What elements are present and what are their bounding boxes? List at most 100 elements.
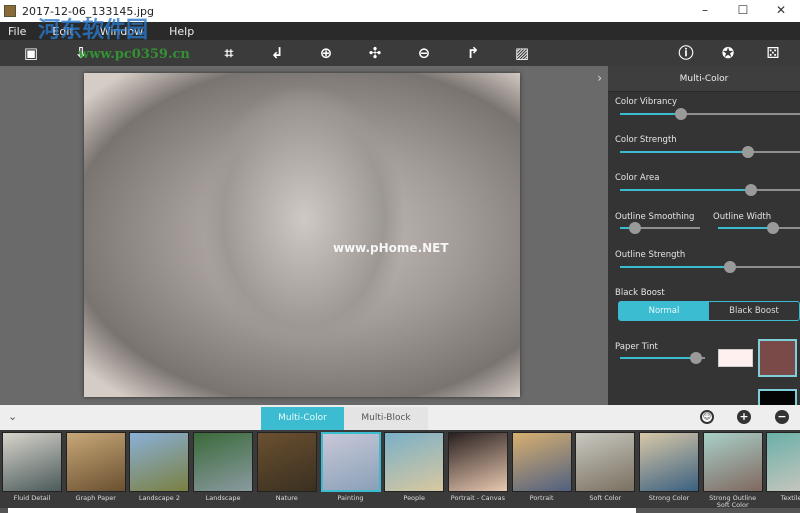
app-icon: [4, 5, 16, 17]
scrollbar-thumb[interactable]: [8, 508, 636, 513]
preset-label: Graph Paper: [75, 494, 116, 502]
random-icon[interactable]: ⚄: [762, 43, 784, 63]
outline-strength-slider[interactable]: [620, 261, 800, 273]
move-icon[interactable]: ✣: [364, 43, 386, 63]
preset-thumbnail[interactable]: Painting: [320, 432, 381, 502]
preset-image: [384, 432, 445, 492]
add-preset-icon[interactable]: +: [737, 410, 751, 424]
black-boost-option[interactable]: Black Boost: [709, 302, 799, 320]
fit-screen-icon[interactable]: ▨: [511, 43, 533, 63]
preset-image: [193, 432, 254, 492]
save-icon[interactable]: ⇩: [70, 43, 92, 63]
preset-label: Strong Color: [648, 494, 690, 502]
minimize-button[interactable]: –: [686, 0, 724, 22]
slider-fill: [718, 227, 773, 229]
slider-fill: [620, 189, 752, 191]
zoom-out-icon[interactable]: ⊖: [413, 43, 435, 63]
slider-fill: [620, 266, 730, 268]
slider-thumb[interactable]: [741, 146, 754, 158]
title-bar: 2017-12-06_133145.jpg – ☐ ✕: [0, 0, 800, 22]
color-vibrancy-label: Color Vibrancy: [615, 97, 678, 107]
window-title: 2017-12-06_133145.jpg: [22, 4, 154, 18]
preset-thumbnail[interactable]: Portrait - Canvas: [447, 432, 508, 502]
close-button[interactable]: ✕: [762, 0, 800, 22]
slider-thumb[interactable]: [629, 222, 642, 234]
preset-image: [129, 432, 190, 492]
preset-thumbnail[interactable]: Fluid Detail: [2, 432, 62, 502]
maximize-button[interactable]: ☐: [724, 0, 762, 22]
slider-thumb[interactable]: [723, 261, 736, 273]
collapse-chevron-icon[interactable]: ⌄: [8, 410, 17, 423]
preset-thumbnail[interactable]: Portrait: [511, 432, 572, 502]
info-icon[interactable]: ⓘ: [675, 43, 697, 63]
preset-tab-bar: ⌄ Multi-Color Multi-Block ☺ + −: [0, 405, 800, 430]
slider-fill: [620, 357, 696, 359]
expand-panel-icon[interactable]: ›: [597, 71, 602, 85]
slider-thumb[interactable]: [745, 184, 758, 196]
preset-image: [2, 432, 62, 492]
preset-image: [256, 432, 317, 492]
preset-label: Strong Outline Soft Color: [709, 494, 757, 509]
image-canvas[interactable]: ›: [0, 66, 608, 405]
preset-label: Soft Color: [589, 494, 622, 502]
preset-thumbnail[interactable]: Soft Color: [575, 432, 636, 502]
edited-photo: [84, 73, 520, 397]
undo-icon[interactable]: ↲: [266, 43, 288, 63]
crop-icon[interactable]: ⌗: [218, 43, 240, 63]
preset-thumbnail[interactable]: Strong Color: [639, 432, 699, 502]
outline-smoothing-slider[interactable]: [620, 222, 700, 234]
preset-label: Portrait: [529, 494, 554, 502]
preset-image: [320, 432, 381, 492]
paper-tint-swatch[interactable]: [718, 349, 753, 367]
preset-thumbnail[interactable]: Strong Outline Soft Color: [702, 432, 763, 509]
menu-file[interactable]: File: [8, 25, 26, 38]
menu-edit[interactable]: Edit: [52, 25, 73, 38]
preset-label: Landscape: [205, 494, 241, 502]
slider-thumb[interactable]: [675, 108, 688, 120]
normal-option[interactable]: Normal: [619, 302, 709, 320]
black-boost-toggle: Normal Black Boost: [618, 301, 800, 321]
preset-label: Textile - 2: [780, 494, 800, 502]
zoom-in-icon[interactable]: ⊕: [315, 43, 337, 63]
menu-window[interactable]: Window: [100, 25, 143, 38]
preset-thumbnail[interactable]: Graph Paper: [65, 432, 126, 502]
preset-thumbnail[interactable]: Textile - 2: [766, 432, 800, 502]
paper-tint-slider[interactable]: [620, 352, 705, 364]
preset-image: [447, 432, 508, 492]
tab-multi-color[interactable]: Multi-Color: [261, 407, 344, 430]
horizontal-scrollbar[interactable]: [0, 508, 800, 513]
preset-label: Nature: [275, 494, 298, 502]
color-swatch-2[interactable]: [758, 389, 797, 405]
preset-thumbnail[interactable]: Landscape 2: [129, 432, 190, 502]
slider-fill: [620, 113, 682, 115]
color-strength-slider[interactable]: [620, 146, 800, 158]
preset-options-icon[interactable]: ☺: [700, 410, 714, 424]
tab-multi-block[interactable]: Multi-Block: [344, 407, 428, 430]
slider-fill: [620, 151, 748, 153]
preset-image: [511, 432, 572, 492]
preset-label: Portrait - Canvas: [450, 494, 505, 502]
outline-width-slider[interactable]: [718, 222, 800, 234]
preset-label: Painting: [337, 494, 364, 502]
menu-help[interactable]: Help: [169, 25, 194, 38]
open-icon[interactable]: ▣: [20, 43, 42, 63]
settings-icon[interactable]: ✪: [717, 43, 739, 63]
menu-bar: File Edit Window Help: [0, 22, 800, 40]
color-vibrancy-slider[interactable]: [620, 108, 800, 120]
color-area-label: Color Area: [615, 173, 660, 183]
remove-preset-icon[interactable]: −: [775, 410, 789, 424]
slider-thumb[interactable]: [689, 352, 702, 364]
preset-thumbnail[interactable]: Landscape: [193, 432, 254, 502]
slider-thumb[interactable]: [766, 222, 779, 234]
black-boost-label: Black Boost: [615, 288, 665, 298]
color-swatch-1[interactable]: [758, 339, 797, 377]
preset-image: [65, 432, 126, 492]
preset-thumbnail[interactable]: People: [384, 432, 445, 502]
color-area-slider[interactable]: [620, 184, 800, 196]
toolbar: ▣ ⇩ ⌗ ↲ ⊕ ✣ ⊖ ↱ ▨ ⓘ ✪ ⚄: [0, 40, 800, 66]
preset-thumbnail[interactable]: Nature: [256, 432, 317, 502]
outline-smoothing-label: Outline Smoothing: [615, 212, 695, 222]
preset-label: Fluid Detail: [13, 494, 51, 502]
outline-strength-label: Outline Strength: [615, 250, 686, 260]
redo-icon[interactable]: ↱: [462, 43, 484, 63]
